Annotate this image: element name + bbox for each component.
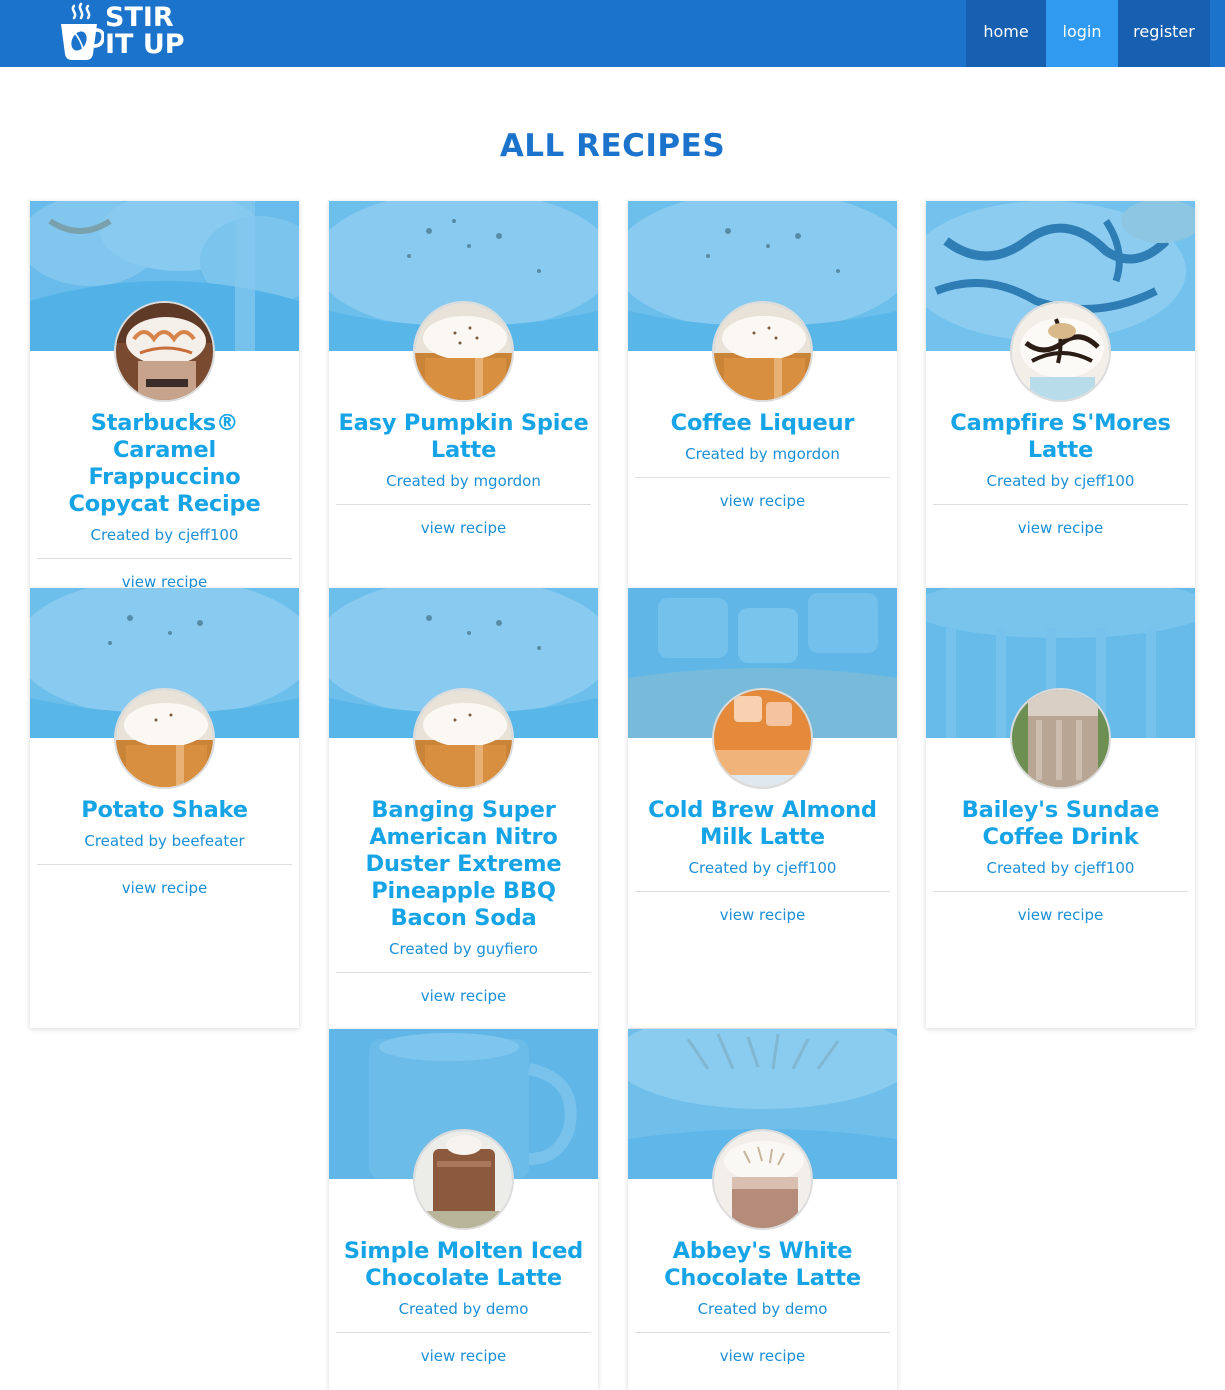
drink-thumbnail [114,301,215,402]
drink-thumbnail [413,301,514,402]
recipe-card: Simple Molten Iced Chocolate Latte Creat… [329,1029,598,1390]
recipe-author: Created by cjeff100 [986,472,1135,490]
recipe-author: Created by demo [398,1300,529,1318]
recipe-author: Created by cjeff100 [688,859,837,877]
recipe-card: Banging Super American Nitro Duster Extr… [329,588,598,1029]
view-recipe-link[interactable]: view recipe [634,491,891,511]
view-recipe-link[interactable]: view recipe [932,518,1189,538]
recipe-title: Coffee Liqueur [670,410,855,436]
drink-thumbnail [712,301,813,402]
main-nav: home login register [966,0,1210,67]
drink-thumbnail [114,688,215,789]
recipe-author: Created by mgordon [685,445,840,463]
recipe-author: Created by cjeff100 [90,526,239,544]
recipe-author: Created by cjeff100 [986,859,1135,877]
recipe-title: Cold Brew Almond Milk Latte [648,797,877,850]
card-divider [336,972,591,973]
recipe-author: Created by mgordon [386,472,541,490]
recipe-card: Easy Pumpkin Spice Latte Created by mgor… [329,201,598,588]
nav-home-link[interactable]: home [966,0,1046,67]
recipe-title: Campfire S'Mores Latte [950,410,1171,463]
view-recipe-link[interactable]: view recipe [335,986,592,1006]
card-divider [336,504,591,505]
top-navbar: STIR IT UP home login register [0,0,1225,67]
drink-thumbnail [712,688,813,789]
brand-line-1: STIR [105,2,174,33]
drink-thumbnail [413,688,514,789]
view-recipe-link[interactable]: view recipe [634,905,891,925]
view-recipe-link[interactable]: view recipe [932,905,1189,925]
nav-login-link[interactable]: login [1046,0,1118,67]
view-recipe-link[interactable]: view recipe [36,572,293,588]
recipe-title: Abbey's White Chocolate Latte [664,1238,861,1291]
recipe-card: Starbucks® Caramel Frappuccino Copycat R… [30,201,299,588]
card-divider [37,558,292,559]
recipe-author: Created by demo [697,1300,828,1318]
brand-wordmark: STIR IT UP [105,4,185,58]
recipe-title: Simple Molten Iced Chocolate Latte [343,1238,584,1291]
drink-thumbnail [1010,301,1111,402]
drink-thumbnail [1010,688,1111,789]
drink-thumbnail [413,1129,514,1230]
card-divider [635,477,890,478]
card-divider [37,864,292,865]
drink-thumbnail [712,1129,813,1230]
recipe-title: Potato Shake [81,797,248,823]
view-recipe-link[interactable]: view recipe [634,1346,891,1366]
page-title: ALL RECIPES [499,128,726,164]
recipe-title: Easy Pumpkin Spice Latte [338,410,589,463]
brand-logo[interactable]: STIR IT UP [58,2,198,64]
recipe-card: Coffee Liqueur Created by mgordon view r… [628,201,897,588]
nav-register-link[interactable]: register [1118,0,1210,67]
recipe-card: Campfire S'Mores Latte Created by cjeff1… [926,201,1195,588]
card-divider [635,1332,890,1333]
card-divider [336,1332,591,1333]
card-divider [933,891,1188,892]
recipe-card: Bailey's Sundae Coffee Drink Created by … [926,588,1195,1028]
card-divider [635,891,890,892]
recipe-title: Bailey's Sundae Coffee Drink [961,797,1160,850]
recipe-card: Cold Brew Almond Milk Latte Created by c… [628,588,897,1028]
view-recipe-link[interactable]: view recipe [335,1346,592,1366]
recipe-title: Banging Super American Nitro Duster Extr… [365,797,562,931]
view-recipe-link[interactable]: view recipe [335,518,592,538]
recipe-author: Created by beefeater [84,832,245,850]
recipe-title: Starbucks® Caramel Frappuccino Copycat R… [68,410,261,517]
recipe-grid: Starbucks® Caramel Frappuccino Copycat R… [30,201,1200,1390]
coffee-cup-icon [61,2,104,60]
brand-line-2: IT UP [105,29,185,60]
recipe-author: Created by guyfiero [389,940,538,958]
card-divider [933,504,1188,505]
recipe-card: Potato Shake Created by beefeater view r… [30,588,299,1028]
recipe-card: Abbey's White Chocolate Latte Created by… [628,1029,897,1390]
view-recipe-link[interactable]: view recipe [36,878,293,898]
